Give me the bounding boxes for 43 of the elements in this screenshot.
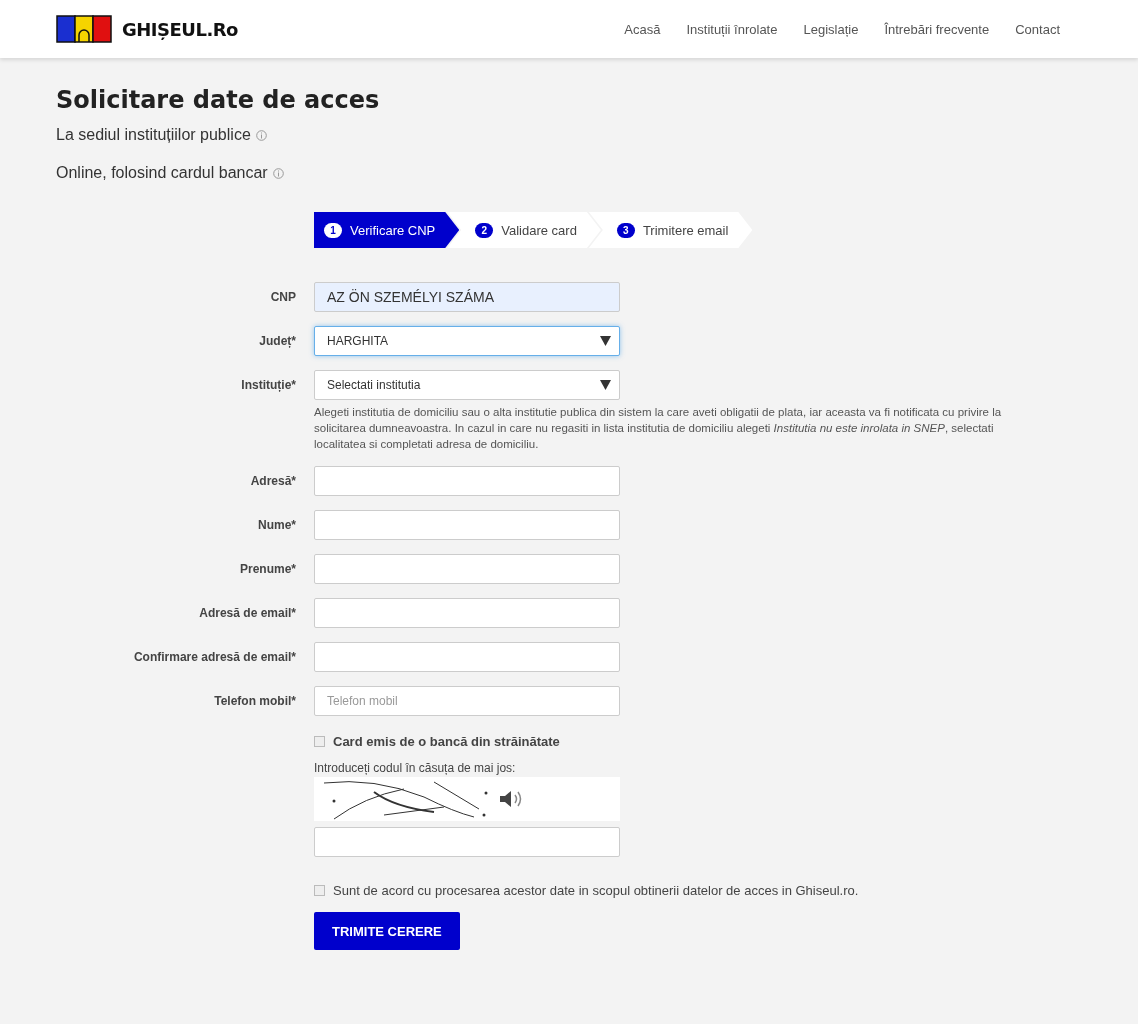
select-field[interactable]: HARGHITA <box>314 326 620 356</box>
input-field[interactable]: AZ ÖN SZEMÉLYI SZÁMA <box>314 282 620 312</box>
step-tab[interactable]: 2 Validare card <box>447 212 601 248</box>
input-field[interactable] <box>314 598 620 628</box>
captcha-input[interactable] <box>314 827 620 857</box>
field-label: Județ* <box>258 334 296 348</box>
input-field[interactable] <box>314 466 620 496</box>
caret-icon <box>600 336 611 346</box>
logo-icon[interactable] <box>56 14 112 44</box>
nav-link[interactable]: Contact <box>1015 21 1060 37</box>
help-text: Alegeti institutia de domiciliu sau o alta institutie publica din sistem la care aveti obligatii de plata, iar aceasta va fi notificata cu privire la solicitarea dumneavoastra. In cazul in care nu regasiti in lista institutia de domiciliu alegeti Institutia nu este inrolata in SNEP, selectati localitatea si completati adresa de domiciliu. <box>314 405 1003 452</box>
nav-link[interactable]: Întrebări frecvente <box>884 21 990 37</box>
checkbox-label: Card emis de o bancă din străinătate <box>333 734 560 749</box>
input-field[interactable] <box>314 554 620 584</box>
field-label: Instituție* <box>240 378 296 392</box>
field-label: Nume* <box>257 518 296 532</box>
input-field[interactable]: Telefon mobil <box>314 686 620 716</box>
checkbox[interactable] <box>314 736 325 747</box>
field-label: Prenume* <box>238 562 296 576</box>
select-field[interactable]: Selectati institutia <box>314 370 620 400</box>
nav-link[interactable]: Legislație <box>803 21 859 37</box>
info-icon[interactable] <box>272 167 284 179</box>
checkbox-label: Sunt de acord cu procesarea acestor date in scopul obtinerii datelor de acces in Ghiseul.ro. <box>333 883 859 898</box>
info-icon[interactable] <box>255 129 267 141</box>
submit-button[interactable]: TRIMITE CERERE <box>314 912 460 950</box>
nav-link[interactable]: Instituții înrolate <box>686 21 778 37</box>
option-text: Online, folosind cardul bancar <box>56 164 268 182</box>
step-tab[interactable]: 1 Verificare CNP <box>314 212 460 248</box>
input-field[interactable] <box>314 510 620 540</box>
step-tab[interactable]: 3 Trimitere email <box>588 212 753 248</box>
field-label: Telefon mobil* <box>213 694 296 708</box>
nav-link[interactable]: Acasă <box>624 21 661 37</box>
field-label: Confirmare adresă de email* <box>132 650 296 664</box>
page-title: Solicitare date de acces <box>56 86 381 114</box>
logo-text[interactable]: GHIȘEUL.Ro <box>122 18 238 40</box>
checkbox[interactable] <box>314 885 325 896</box>
option-text: La sediul instituțiilor publice <box>56 126 251 144</box>
field-label: CNP <box>269 290 296 304</box>
caret-icon <box>600 380 611 390</box>
captcha-prompt: Introduceți codul în căsuța de mai jos: <box>314 761 517 775</box>
field-label: Adresă* <box>249 474 296 488</box>
field-label: Adresă de email* <box>198 606 296 620</box>
input-field[interactable] <box>314 642 620 672</box>
